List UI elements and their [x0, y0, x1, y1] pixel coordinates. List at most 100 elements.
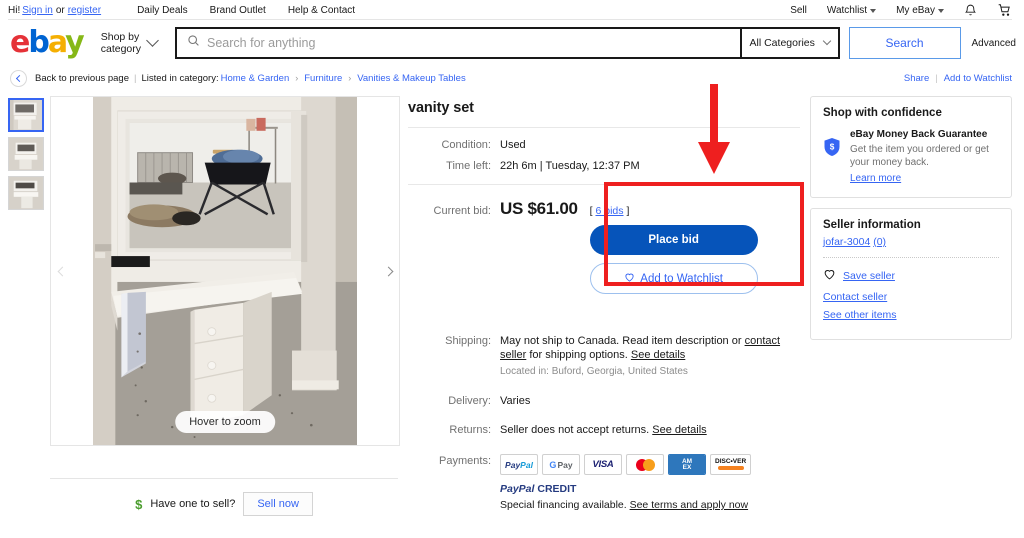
- seller-name-link[interactable]: jofar-3004: [823, 236, 870, 248]
- discover-icon: DISC•VER: [710, 454, 752, 475]
- bids-link[interactable]: 6 bids: [595, 205, 623, 217]
- thumbnail-2[interactable]: [8, 137, 44, 171]
- shipping-see-details-link[interactable]: See details: [631, 349, 685, 361]
- nav-my-ebay-label: My eBay: [896, 4, 935, 16]
- save-seller-link[interactable]: Save seller: [843, 270, 895, 282]
- page-title: vanity set: [408, 100, 474, 116]
- nav-my-ebay[interactable]: My eBay: [896, 5, 944, 16]
- nav-daily-deals[interactable]: Daily Deals: [137, 5, 188, 16]
- shop-by-category-button[interactable]: Shop by category: [101, 31, 159, 55]
- logo-letter-y: y: [65, 25, 85, 60]
- breadcrumb-separator: ›: [295, 73, 299, 83]
- breadcrumb-item-home-garden[interactable]: Home & Garden: [221, 73, 290, 84]
- breadcrumb-pipe: |: [134, 72, 137, 84]
- financing-text: Special financing available.: [500, 499, 630, 511]
- notification-bell-icon[interactable]: [964, 3, 977, 17]
- search-input-container[interactable]: [175, 27, 740, 59]
- site-header: ebay Shop by category All Categories Sea…: [0, 20, 1024, 66]
- product-image-content: [93, 97, 357, 445]
- returns-see-details-link[interactable]: See details: [652, 424, 706, 436]
- back-to-previous-page-link[interactable]: Back to previous page: [35, 73, 129, 84]
- shipping-label: Shipping:: [445, 335, 491, 347]
- divider: [408, 127, 800, 128]
- see-other-items-link[interactable]: See other items: [823, 309, 999, 321]
- money-back-text: eBay Money Back Guarantee Get the item y…: [850, 128, 999, 185]
- delivery-label: Delivery:: [448, 395, 491, 407]
- current-bid-value: US $61.00: [500, 199, 578, 218]
- search-input[interactable]: [207, 36, 730, 50]
- gallery-prev-button[interactable]: [53, 251, 71, 291]
- chevron-right-icon: [383, 266, 393, 276]
- register-link[interactable]: register: [68, 5, 101, 16]
- main-image-stage: Hover to zoom: [50, 96, 400, 446]
- breadcrumb-item-vanities[interactable]: Vanities & Makeup Tables: [357, 73, 465, 84]
- breadcrumb-actions: Share | Add to Watchlist: [904, 73, 1012, 84]
- share-link[interactable]: Share: [904, 73, 929, 84]
- chevron-down-icon: [146, 33, 159, 47]
- greeting-text: Hi!: [8, 4, 21, 16]
- utility-bar-left: Hi! Sign in or register: [8, 5, 101, 16]
- seller-feedback-link[interactable]: (0): [873, 236, 886, 248]
- mbg-description: Get the item you ordered or get your mon…: [850, 144, 989, 168]
- financing-apply-link[interactable]: See terms and apply now: [630, 499, 748, 511]
- divider: [823, 257, 999, 258]
- delivery-row: Delivery: Varies: [408, 394, 800, 408]
- bid-section: Current bid: US $61.00 [ 6 bids ] Place …: [408, 199, 800, 294]
- magnifier-icon: [187, 34, 200, 52]
- nav-help-contact[interactable]: Help & Contact: [288, 5, 355, 16]
- mastercard-icon: [626, 454, 664, 475]
- payments-row: Payments: Pay Pal G Pay VISA AM EX DISC•VER…: [408, 454, 800, 512]
- shipping-row: Shipping: May not ship to Canada. Read i…: [408, 334, 800, 379]
- nav-brand-outlet[interactable]: Brand Outlet: [210, 5, 266, 16]
- add-to-watchlist-link[interactable]: Add to Watchlist: [944, 73, 1012, 84]
- thumbnail-1[interactable]: [8, 98, 44, 132]
- or-text: or: [55, 4, 65, 16]
- payments-label: Payments:: [439, 455, 491, 467]
- sell-now-button[interactable]: Sell now: [243, 492, 313, 516]
- time-left-row: Time left: 22h 6m | Tuesday, 12:37 PM: [408, 159, 800, 173]
- current-bid-label: Current bid:: [433, 205, 491, 217]
- search-button[interactable]: Search: [848, 27, 961, 59]
- thumbnail-2-image: [9, 138, 43, 170]
- product-image[interactable]: [93, 97, 357, 445]
- back-button[interactable]: [10, 69, 27, 87]
- save-seller-row[interactable]: Save seller: [823, 267, 999, 285]
- item-details: vanity set Condition: Used Time left: 22…: [400, 96, 800, 519]
- delivery-value: Varies: [500, 395, 531, 407]
- bid-count-open-bracket: [: [589, 205, 593, 217]
- amex-icon: AM EX: [668, 454, 706, 475]
- gallery-next-button[interactable]: [379, 251, 397, 291]
- returns-row: Returns: Seller does not accept returns.…: [408, 423, 800, 437]
- bid-count: [ 6 bids ]: [590, 205, 758, 217]
- condition-row: Condition: Used: [408, 138, 800, 152]
- condition-value: Used: [500, 139, 526, 151]
- category-select[interactable]: All Categories: [739, 27, 840, 59]
- returns-value: Seller does not accept returns. See deta…: [500, 423, 800, 437]
- shipping-text-1: May not ship to Canada. Read item descri…: [500, 335, 745, 347]
- nav-watchlist[interactable]: Watchlist: [826, 4, 877, 16]
- nav-sell[interactable]: Sell: [790, 5, 807, 16]
- nav-watchlist-label: Watchlist: [826, 4, 868, 16]
- shipping-value: May not ship to Canada. Read item descri…: [500, 334, 800, 379]
- chevron-down-icon: [938, 9, 944, 13]
- payments-value: Pay Pal G Pay VISA AM EX DISC•VER PayPal CR…: [500, 454, 800, 512]
- learn-more-link[interactable]: Learn more: [850, 172, 901, 185]
- condition-label: Condition:: [441, 139, 491, 151]
- actions-divider: |: [935, 72, 938, 84]
- paypal-credit-logo: PayPal CREDIT: [500, 482, 800, 496]
- dollar-icon: $: [135, 496, 143, 512]
- logo-letter-b: b: [28, 25, 50, 60]
- ebay-logo[interactable]: ebay: [10, 25, 85, 60]
- sign-in-link[interactable]: Sign in: [22, 5, 53, 16]
- add-to-watchlist-button[interactable]: Add to Watchlist: [589, 263, 758, 294]
- logo-letter-a: a: [47, 25, 67, 60]
- thumbnail-list: [8, 96, 50, 519]
- breadcrumb: Back to previous page | Listed in catego…: [0, 66, 1024, 90]
- financing-line: Special financing available. See terms a…: [500, 498, 800, 512]
- breadcrumb-item-furniture[interactable]: Furniture: [304, 73, 342, 84]
- contact-seller-sidebar-link[interactable]: Contact seller: [823, 291, 999, 303]
- place-bid-button[interactable]: Place bid: [589, 225, 758, 255]
- thumbnail-3[interactable]: [8, 176, 44, 210]
- shopping-cart-icon[interactable]: [997, 3, 1012, 17]
- advanced-search-link[interactable]: Advanced: [972, 38, 1016, 49]
